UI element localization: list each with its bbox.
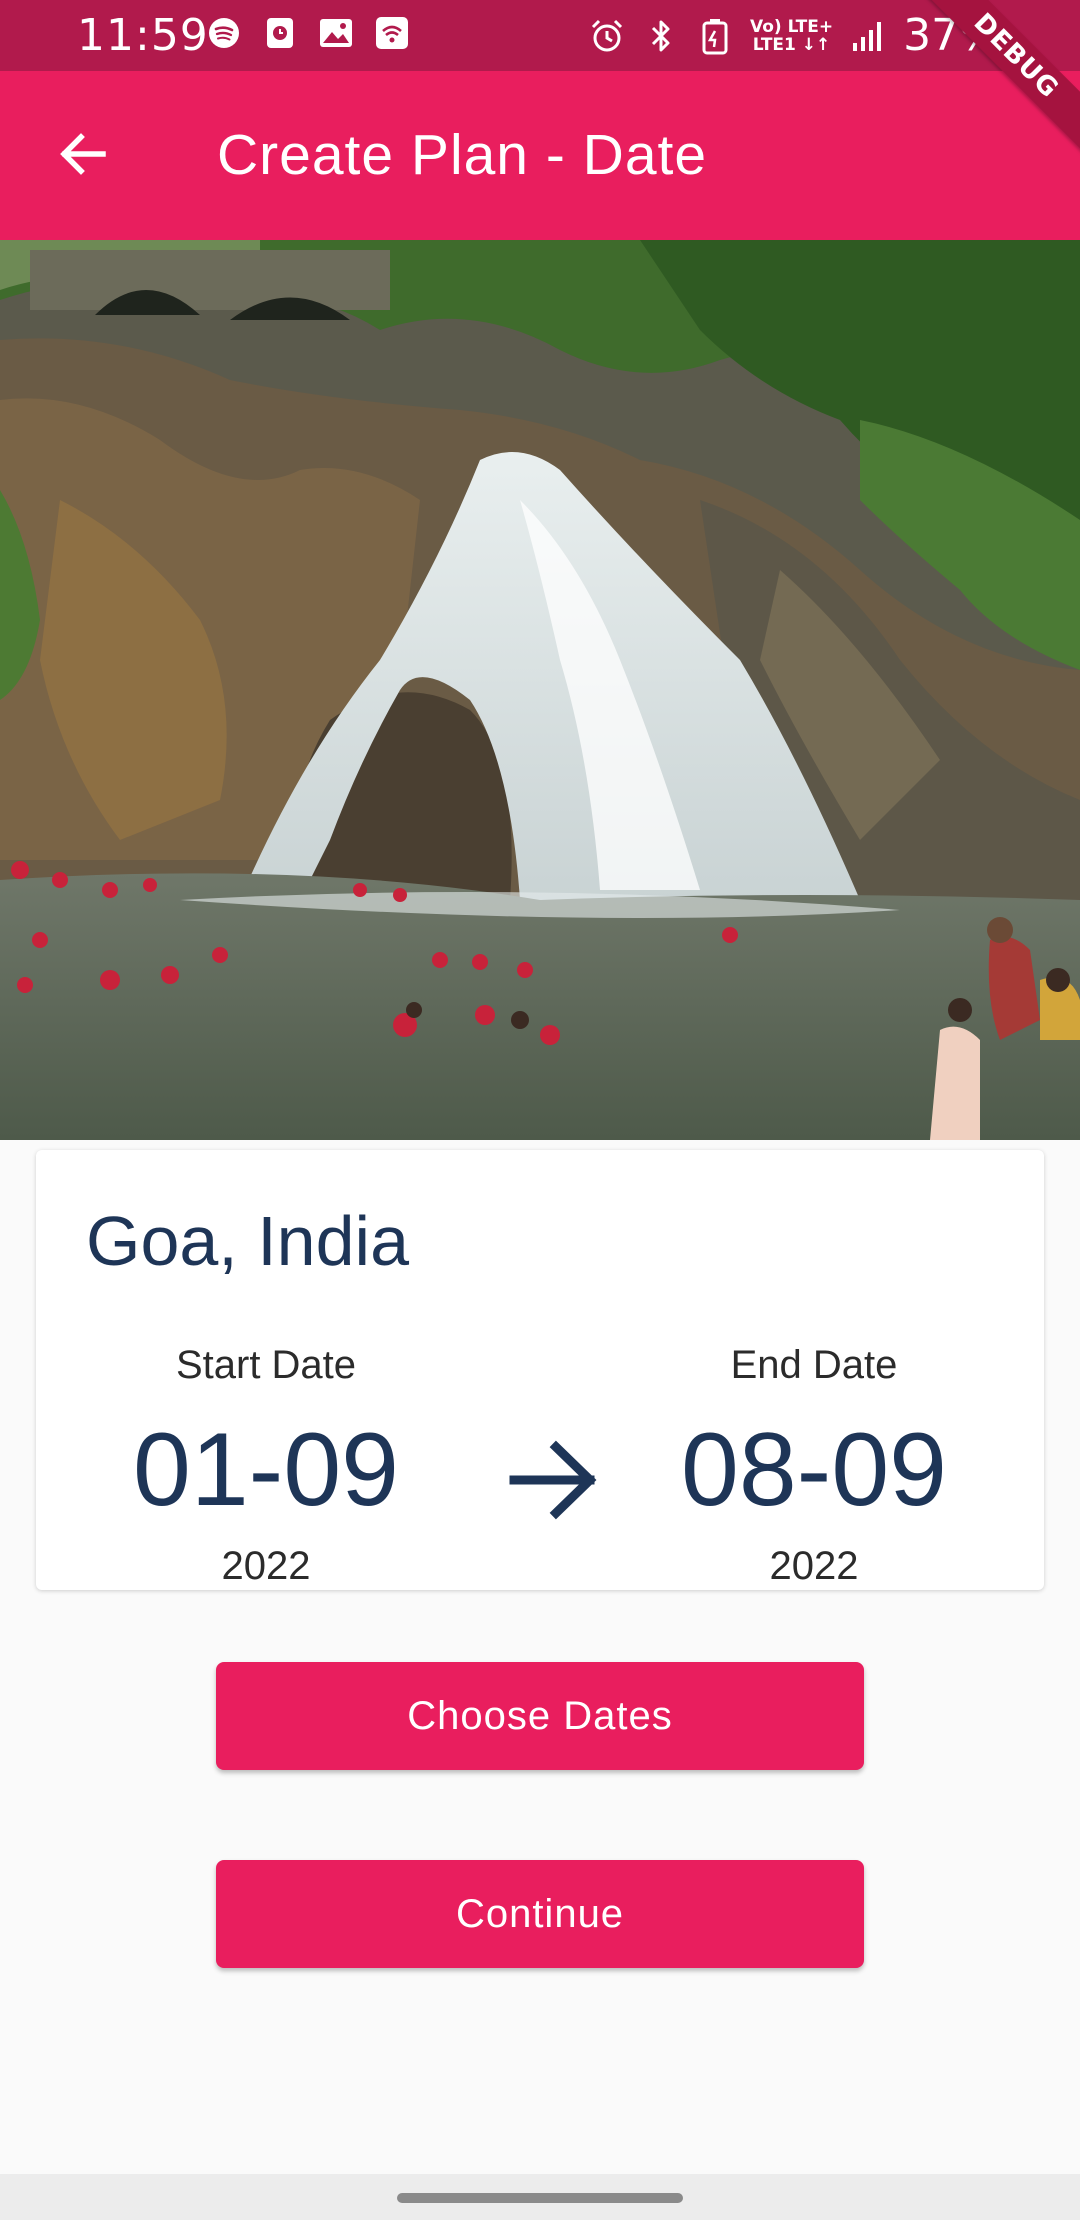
status-bar: 11:59 Vo) LTE+ LTE1 ↓↑ 37% bbox=[0, 0, 1080, 71]
destination-photo bbox=[0, 240, 1080, 1140]
choose-dates-button[interactable]: Choose Dates bbox=[216, 1662, 864, 1770]
trip-card: Goa, India Start Date 01-09 2022 End Dat… bbox=[36, 1150, 1044, 1590]
notification-icons bbox=[205, 14, 411, 52]
signal-icon bbox=[849, 17, 887, 55]
wifi-hotspot-icon bbox=[373, 14, 411, 52]
page-title: Create Plan - Date bbox=[217, 123, 708, 187]
app-bar: Create Plan - Date bbox=[0, 71, 1080, 240]
arrow-forward-icon bbox=[504, 1430, 604, 1530]
back-button[interactable] bbox=[48, 121, 118, 191]
waterfall-photo bbox=[0, 240, 1080, 1140]
status-time: 11:59 bbox=[77, 10, 209, 61]
arrow-back-icon bbox=[55, 126, 111, 186]
end-date-label: End Date bbox=[730, 1343, 898, 1387]
network-type: Vo) LTE+ LTE1 ↓↑ bbox=[750, 18, 833, 54]
navigation-bar bbox=[0, 2174, 1080, 2220]
battery-saver-icon bbox=[696, 17, 734, 55]
start-date-year: 2022 bbox=[221, 1544, 311, 1588]
home-indicator[interactable] bbox=[397, 2193, 683, 2203]
end-date-value: 08-09 bbox=[681, 1412, 947, 1528]
network-line1: Vo) LTE+ bbox=[750, 17, 834, 37]
network-line2: LTE1 ↓↑ bbox=[752, 35, 831, 55]
start-date-value: 01-09 bbox=[133, 1412, 399, 1528]
alarm-icon bbox=[588, 17, 626, 55]
spotify-icon bbox=[205, 14, 243, 52]
system-icons: Vo) LTE+ LTE1 ↓↑ 37% bbox=[588, 12, 1001, 60]
gallery-icon bbox=[317, 14, 355, 52]
clock-app-icon bbox=[261, 14, 299, 52]
end-date-year: 2022 bbox=[769, 1544, 859, 1588]
continue-button[interactable]: Continue bbox=[216, 1860, 864, 1968]
destination-name: Goa, India bbox=[86, 1202, 409, 1280]
start-date-label: Start Date bbox=[175, 1343, 357, 1387]
bluetooth-icon bbox=[642, 17, 680, 55]
